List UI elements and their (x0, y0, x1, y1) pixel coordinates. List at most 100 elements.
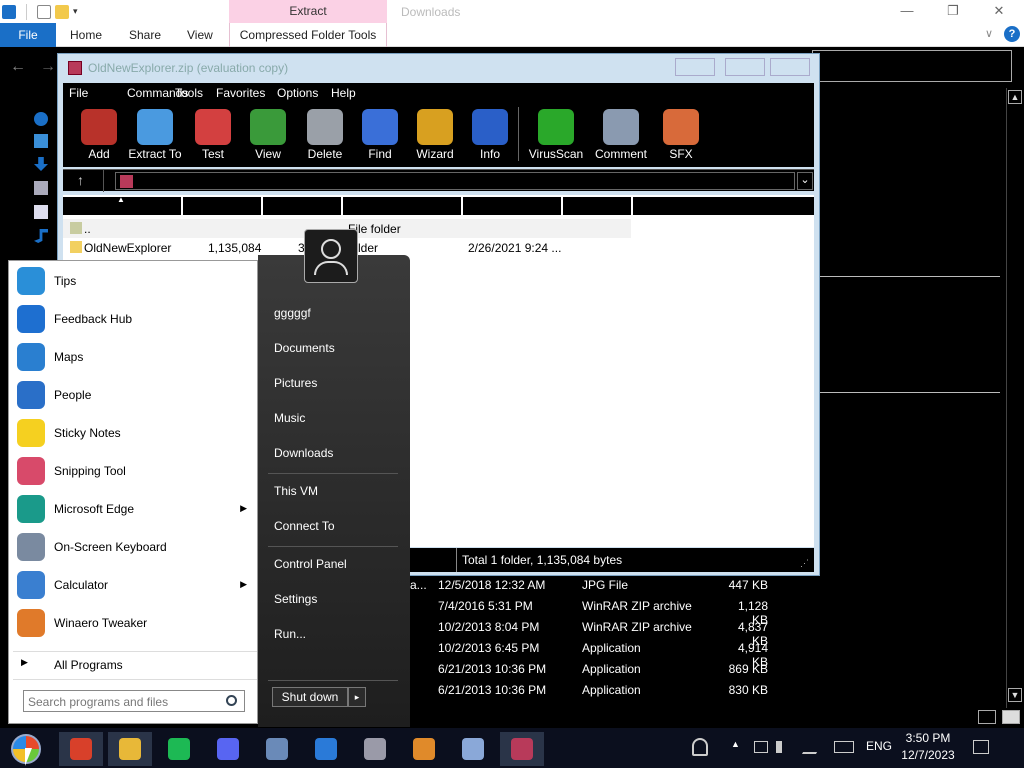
up-folder-button[interactable]: ↑ (77, 172, 84, 188)
new-folder-icon[interactable] (55, 4, 69, 19)
taskbar-app-button[interactable] (451, 732, 495, 766)
tab-compressed-folder-tools[interactable]: Compressed Folder Tools (229, 23, 387, 47)
link-run[interactable]: Run... (274, 627, 306, 641)
list-item[interactable]: 10/2/2013 6:45 PM Application 4,914 KB (410, 638, 810, 669)
find-button[interactable]: Find (352, 103, 408, 167)
taskbar-app-button[interactable] (206, 732, 250, 766)
program-winaero-tweaker[interactable]: Winaero Tweaker (13, 605, 257, 641)
path-field[interactable] (115, 172, 795, 190)
network-icon[interactable] (754, 741, 768, 753)
taskbar-app-button[interactable] (353, 732, 397, 766)
delete-button[interactable]: Delete (297, 103, 353, 167)
downloads-icon[interactable] (34, 157, 48, 171)
program-sticky-notes[interactable]: Sticky Notes (13, 415, 257, 451)
customize-qa-icon[interactable]: ▾ (73, 6, 78, 17)
column-header-crc[interactable] (563, 197, 631, 215)
taskbar-app-button[interactable] (255, 732, 299, 766)
pen-icon[interactable] (801, 740, 825, 754)
scroll-up-icon[interactable]: ▲ (1008, 90, 1022, 104)
link-settings[interactable]: Settings (274, 592, 317, 606)
link-control-panel[interactable]: Control Panel (274, 557, 347, 571)
program-people[interactable]: People (13, 377, 257, 413)
language-indicator[interactable]: ENG (866, 739, 892, 753)
list-item[interactable]: 6/21/2013 10:36 PM Application 830 KB (410, 680, 810, 701)
clock-time[interactable]: 3:50 PM (900, 731, 956, 745)
resize-grip-icon[interactable]: ⋰ (800, 558, 809, 569)
documents-icon[interactable] (34, 181, 48, 195)
comment-button[interactable]: Comment (593, 103, 649, 167)
tab-file[interactable]: File (0, 23, 56, 47)
view-button[interactable]: View (240, 103, 296, 167)
column-header-modified[interactable] (463, 197, 561, 215)
column-header-name[interactable]: ▲ (63, 195, 181, 215)
search-box[interactable] (812, 50, 1012, 82)
start-search-input[interactable]: Search programs and files (23, 690, 245, 712)
menu-tools[interactable]: Tools (175, 86, 203, 100)
link-downloads[interactable]: Downloads (274, 446, 333, 460)
taskbar-app-button[interactable] (500, 732, 544, 766)
menu-file[interactable]: File (69, 86, 88, 100)
user-avatar[interactable] (304, 229, 358, 283)
close-button[interactable]: ✕ (976, 0, 1022, 23)
link-music[interactable]: Music (274, 411, 305, 425)
virusscan-button[interactable]: VirusScan (528, 103, 584, 167)
column-header-packed[interactable] (263, 197, 341, 215)
tab-home[interactable]: Home (70, 23, 102, 47)
program-snipping-tool[interactable]: Snipping Tool (13, 453, 257, 489)
column-header-size[interactable] (183, 197, 261, 215)
vertical-scrollbar[interactable]: ▲ ▼ (1006, 88, 1022, 708)
link-this-vm[interactable]: This VM (274, 484, 318, 498)
maximize-button[interactable] (725, 58, 765, 76)
minimize-button[interactable] (675, 58, 715, 76)
notifications-icon[interactable] (973, 740, 989, 754)
link-pictures[interactable]: Pictures (274, 376, 317, 390)
test-button[interactable]: Test (185, 103, 241, 167)
people-icon[interactable] (692, 738, 708, 756)
maximize-button[interactable]: ❐ (930, 0, 976, 23)
program-microsoft-edge[interactable]: Microsoft Edge ▶ (13, 491, 257, 527)
properties-icon[interactable] (37, 4, 51, 19)
quick-access-icon[interactable] (34, 112, 48, 126)
program-on-screen-keyboard[interactable]: On-Screen Keyboard (13, 529, 257, 565)
search-icon[interactable] (226, 695, 237, 706)
all-programs-button[interactable]: ▶ All Programs (13, 651, 257, 675)
sfx-button[interactable]: SFX (653, 103, 709, 167)
program-feedback-hub[interactable]: Feedback Hub (13, 301, 257, 337)
taskbar-app-button[interactable] (59, 732, 103, 766)
link-documents[interactable]: Documents (274, 341, 335, 355)
program-tips[interactable]: Tips (13, 263, 257, 299)
tab-share[interactable]: Share (129, 23, 161, 47)
forward-button[interactable]: → (40, 58, 56, 76)
list-item[interactable]: a... 12/5/2018 12:32 AM JPG File 447 KB (410, 575, 810, 596)
desktop-icon[interactable] (34, 134, 48, 148)
file-icon[interactable] (34, 205, 48, 219)
extract-to-button[interactable]: Extract To (127, 103, 183, 167)
shutdown-button[interactable]: Shut down (272, 687, 348, 707)
down-arrow-icon[interactable] (2, 4, 16, 19)
path-dropdown-button[interactable]: ⌄ (797, 172, 813, 190)
clock-date[interactable]: 12/7/2023 (900, 748, 956, 762)
list-item[interactable]: 7/4/2016 5:31 PM WinRAR ZIP archive 1,128 … (410, 596, 810, 627)
program-calculator[interactable]: Calculator ▶ (13, 567, 257, 603)
info-button[interactable]: Info (462, 103, 518, 167)
large-icons-view-icon[interactable] (1002, 710, 1020, 724)
scroll-down-icon[interactable]: ▼ (1008, 688, 1022, 702)
user-name-link[interactable]: gggggf (274, 306, 311, 320)
help-icon[interactable]: ? (1004, 26, 1020, 42)
list-item[interactable]: 6/21/2013 10:36 PM Application 869 KB (410, 659, 810, 680)
program-maps[interactable]: Maps (13, 339, 257, 375)
taskbar-app-button[interactable] (108, 732, 152, 766)
link-connect-to[interactable]: Connect To (274, 519, 335, 533)
list-item[interactable]: 10/2/2013 8:04 PM WinRAR ZIP archive 4,837… (410, 617, 810, 648)
shutdown-options-button[interactable]: ▸ (348, 687, 366, 707)
touch-keyboard-icon[interactable] (834, 741, 854, 753)
ribbon-collapse-icon[interactable]: ∨ (985, 27, 993, 40)
wizard-button[interactable]: Wizard (407, 103, 463, 167)
menu-options[interactable]: Options (277, 86, 318, 100)
tab-view[interactable]: View (187, 23, 213, 47)
music-icon[interactable] (34, 229, 48, 243)
volume-muted-icon[interactable] (776, 741, 792, 753)
minimize-button[interactable]: — (884, 0, 930, 23)
add-button[interactable]: Add (71, 103, 127, 167)
taskbar-app-button[interactable] (402, 732, 446, 766)
